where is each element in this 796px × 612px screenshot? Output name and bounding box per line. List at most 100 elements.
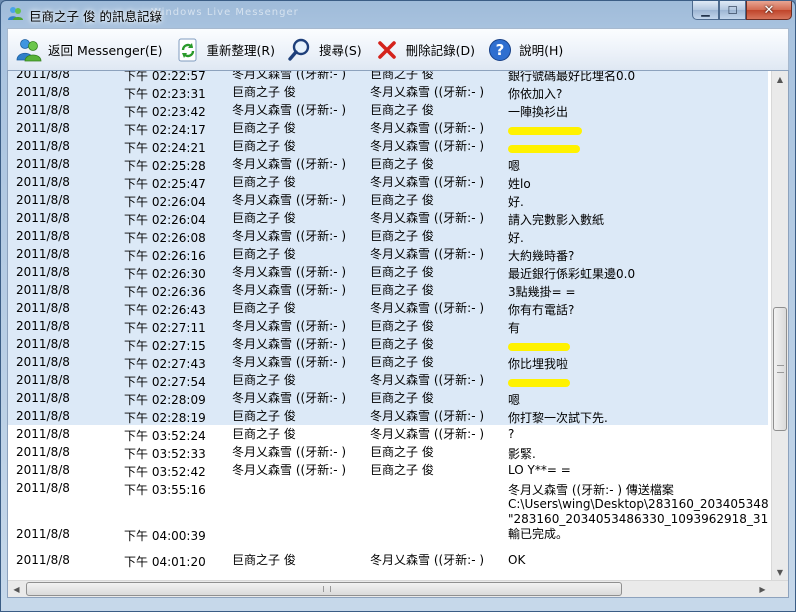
delete-history-button[interactable]: 刪除記錄(D) (372, 34, 483, 66)
message-recipient: 巨商之子 俊 (370, 355, 434, 369)
message-sender: 巨商之子 俊 (232, 301, 296, 315)
message-date: 2011/8/8 (16, 409, 70, 423)
message-row[interactable]: 2011/8/8 下午 02:26:43 巨商之子 俊 冬月乂森雪 ((牙新:- ) 你… (8, 299, 768, 317)
message-sender: 冬月乂森雪 ((牙新:- ) (232, 103, 347, 117)
svg-text:?: ? (496, 41, 505, 59)
scroll-left-arrow-icon[interactable]: ◀ (8, 581, 25, 597)
message-row[interactable]: 2011/8/8 下午 04:01:20 巨商之子 俊 冬月乂森雪 ((牙新:- ) O… (8, 551, 768, 569)
message-time: 下午 02:25:47 (124, 177, 206, 191)
message-sender: 冬月乂森雪 ((牙新:- ) (232, 463, 347, 477)
message-text: OK (508, 553, 526, 567)
message-date: 2011/8/8 (16, 247, 70, 261)
message-text: 你比埋我啦 (508, 357, 569, 371)
message-line: "283160_2034053486330_1093962918_3197 (508, 512, 768, 526)
message-date: 2011/8/8 (16, 103, 70, 117)
scroll-up-arrow-icon[interactable]: ▲ (772, 71, 788, 88)
message-date: 2011/8/8 (16, 70, 70, 81)
message-row[interactable]: 2011/8/8 下午 04:00:39 C:\Users\wing\Desktop… (8, 497, 768, 551)
message-time: 下午 02:26:43 (124, 303, 206, 317)
magnifier-icon (287, 37, 313, 63)
message-sender: 巨商之子 俊 (232, 553, 296, 567)
message-sender: 巨商之子 俊 (232, 373, 296, 387)
message-row[interactable]: 2011/8/8 下午 02:26:30 冬月乂森雪 ((牙新:- ) 巨商之子 俊 最… (8, 263, 768, 281)
message-row[interactable]: 2011/8/8 下午 02:27:54 巨商之子 俊 冬月乂森雪 ((牙新:- ) (8, 371, 768, 389)
vertical-scroll-thumb[interactable] (773, 307, 787, 431)
vertical-scrollbar[interactable]: ▲ ▼ (771, 71, 788, 581)
message-time: 下午 02:27:11 (124, 321, 206, 335)
title-bar[interactable]: 巨商之子 俊 的訊息記錄 Windows Live Messenger ▁ ☐ … (1, 1, 795, 27)
message-time: 下午 02:27:43 (124, 357, 206, 371)
message-recipient: 冬月乂森雪 ((牙新:- ) (370, 301, 485, 315)
message-row[interactable]: 2011/8/8 下午 02:27:11 冬月乂森雪 ((牙新:- ) 巨商之子 俊 有 (8, 317, 768, 335)
message-recipient: 冬月乂森雪 ((牙新:- ) (370, 247, 485, 261)
message-row[interactable]: 2011/8/8 下午 03:52:42 冬月乂森雪 ((牙新:- ) 巨商之子 俊 L… (8, 461, 768, 479)
message-recipient: 冬月乂森雪 ((牙新:- ) (370, 211, 485, 225)
message-row[interactable]: 2011/8/8 下午 02:26:08 冬月乂森雪 ((牙新:- ) 巨商之子 俊 好… (8, 227, 768, 245)
message-recipient: 巨商之子 俊 (370, 70, 434, 81)
refresh-button[interactable]: 重新整理(R) (173, 34, 283, 66)
message-row[interactable]: 2011/8/8 下午 03:52:24 巨商之子 俊 冬月乂森雪 ((牙新:- )? (8, 425, 768, 443)
message-row[interactable]: 2011/8/8 下午 02:28:19 巨商之子 俊 冬月乂森雪 ((牙新:- ) 你… (8, 407, 768, 425)
horizontal-scroll-thumb[interactable] (26, 582, 622, 596)
help-button[interactable]: ? 說明(H) (485, 34, 571, 66)
help-label: 說明(H) (519, 43, 564, 58)
message-row[interactable]: 2011/8/8 下午 02:25:28 冬月乂森雪 ((牙新:- ) 巨商之子 俊 嗯 (8, 155, 768, 173)
minimize-icon: ▁ (701, 3, 710, 17)
message-sender: 冬月乂森雪 ((牙新:- ) (232, 337, 347, 351)
message-row[interactable]: 2011/8/8 下午 02:25:47 巨商之子 俊 冬月乂森雪 ((牙新:- ) 姓… (8, 173, 768, 191)
message-row[interactable]: 2011/8/8 下午 02:24:17 巨商之子 俊 冬月乂森雪 ((牙新:- ) (8, 119, 768, 137)
message-row[interactable]: 2011/8/8 下午 03:55:16 冬月乂森雪 ((牙新:- ) 傳送檔案 (8, 479, 768, 497)
message-sender: 巨商之子 俊 (232, 139, 296, 153)
message-text: 影緊. (508, 447, 536, 461)
message-recipient: 冬月乂森雪 ((牙新:- ) (370, 139, 485, 153)
message-sender: 冬月乂森雪 ((牙新:- ) (232, 445, 347, 459)
close-button[interactable]: ✕ (746, 1, 792, 20)
message-date: 2011/8/8 (16, 391, 70, 405)
message-row[interactable]: 2011/8/8 下午 02:26:36 冬月乂森雪 ((牙新:- ) 巨商之子 俊 3… (8, 281, 768, 299)
message-text: 好. (508, 195, 524, 209)
redaction-highlight (508, 378, 570, 387)
message-row[interactable]: 2011/8/8 下午 02:23:42 冬月乂森雪 ((牙新:- ) 巨商之子 俊 一… (8, 101, 768, 119)
close-icon: ✕ (763, 2, 775, 18)
message-time: 下午 02:26:08 (124, 231, 206, 245)
scroll-right-arrow-icon[interactable]: ▶ (754, 581, 771, 597)
message-date: 2011/8/8 (16, 265, 70, 279)
message-recipient: 巨商之子 俊 (370, 337, 434, 351)
message-recipient: 巨商之子 俊 (370, 157, 434, 171)
back-to-messenger-button[interactable]: 返回 Messenger(E) (14, 34, 171, 66)
message-row[interactable]: 2011/8/8 下午 02:28:09 冬月乂森雪 ((牙新:- ) 巨商之子 俊 嗯 (8, 389, 768, 407)
message-text: 嗯 (508, 159, 521, 173)
message-time: 下午 02:28:09 (124, 393, 206, 407)
redaction-highlight (508, 126, 582, 135)
message-sender: 巨商之子 俊 (232, 427, 296, 441)
message-time: 下午 02:27:54 (124, 375, 206, 389)
message-time: 下午 02:26:04 (124, 195, 206, 209)
message-date: 2011/8/8 (16, 193, 70, 207)
message-sender: 巨商之子 俊 (232, 121, 296, 135)
toolbar: 返回 Messenger(E) 重新整理(R) 搜尋(S) 刪除記錄(D) ? … (7, 28, 789, 70)
message-row[interactable]: 2011/8/8 下午 02:27:15 冬月乂森雪 ((牙新:- ) 巨商之子 俊 (8, 335, 768, 353)
minimize-button[interactable]: ▁ (692, 1, 719, 20)
redacted-message (508, 337, 768, 351)
horizontal-scrollbar[interactable]: ◀ ▶ (8, 580, 788, 597)
grip-icon (777, 365, 784, 373)
message-row[interactable]: 2011/8/8 下午 03:52:33 冬月乂森雪 ((牙新:- ) 巨商之子 俊 影… (8, 443, 768, 461)
message-row[interactable]: 2011/8/8 下午 02:23:31 巨商之子 俊 冬月乂森雪 ((牙新:- ) 你… (8, 83, 768, 101)
message-date: 2011/8/8 (16, 373, 70, 387)
message-date: 2011/8/8 (16, 121, 70, 135)
message-text: ? (508, 427, 515, 441)
message-recipient: 巨商之子 俊 (370, 229, 434, 243)
message-time: 下午 02:27:15 (124, 339, 206, 353)
search-button[interactable]: 搜尋(S) (285, 34, 370, 66)
message-date: 2011/8/8 (16, 553, 70, 567)
message-row[interactable]: 2011/8/8 下午 02:26:04 巨商之子 俊 冬月乂森雪 ((牙新:- ) 請… (8, 209, 768, 227)
message-row[interactable]: 2011/8/8 下午 02:24:21 巨商之子 俊 冬月乂森雪 ((牙新:- ) (8, 137, 768, 155)
message-row[interactable]: 2011/8/8 下午 02:22:57 冬月乂森雪 ((牙新:- ) 巨商之子 俊 銀… (8, 70, 768, 83)
message-row[interactable]: 2011/8/8 下午 02:27:43 冬月乂森雪 ((牙新:- ) 巨商之子 俊 你… (8, 353, 768, 371)
message-date: 2011/8/8 (16, 301, 70, 315)
message-row[interactable]: 2011/8/8 下午 02:26:04 冬月乂森雪 ((牙新:- ) 巨商之子 俊 好… (8, 191, 768, 209)
scroll-down-arrow-icon[interactable]: ▼ (772, 564, 788, 581)
message-row[interactable]: 2011/8/8 下午 02:26:16 巨商之子 俊 冬月乂森雪 ((牙新:- ) 大… (8, 245, 768, 263)
message-sender: 冬月乂森雪 ((牙新:- ) (232, 70, 347, 81)
maximize-button[interactable]: ☐ (719, 1, 746, 20)
